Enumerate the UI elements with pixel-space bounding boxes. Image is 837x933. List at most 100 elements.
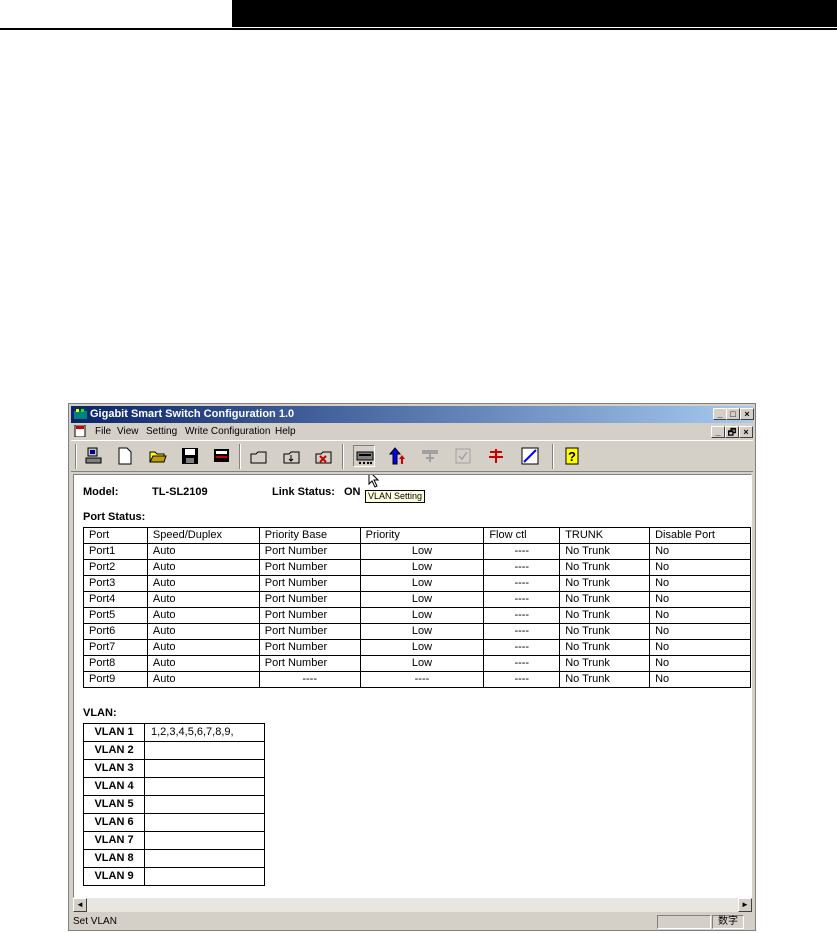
table-cell: Low <box>359 559 485 576</box>
port-disable-icon <box>455 448 471 464</box>
delete-button[interactable] <box>313 445 335 467</box>
vlan-name: VLAN 7 <box>83 831 145 850</box>
table-cell: Port2 <box>83 559 148 576</box>
vlan-members[interactable] <box>144 741 265 760</box>
vlan-row[interactable]: VLAN 9 <box>83 867 265 886</box>
vlan-row[interactable]: VLAN 6 <box>83 813 265 832</box>
table-cell: Auto <box>146 559 260 576</box>
mdi-close-button[interactable]: × <box>739 426 753 438</box>
app-icon <box>74 409 87 419</box>
header-black-bar <box>232 0 837 27</box>
table-cell: ---- <box>483 575 561 592</box>
status-text: Set VLAN <box>73 916 117 927</box>
upload-button[interactable] <box>248 445 270 467</box>
vlan-name: VLAN 1 <box>83 723 145 742</box>
vlan-setting-button[interactable] <box>353 445 375 467</box>
vlan-members[interactable] <box>144 795 265 814</box>
table-cell: Auto <box>146 655 260 672</box>
table-cell: No <box>649 575 751 592</box>
flow-control-button[interactable] <box>485 445 507 467</box>
menu-write-configuration[interactable]: Write Configuration <box>185 426 270 438</box>
table-cell: No Trunk <box>559 607 651 624</box>
app-window: Gigabit Smart Switch Configuration 1.0 _… <box>68 403 756 931</box>
table-cell: Auto <box>146 671 260 688</box>
horizontal-scrollbar[interactable]: ◄ ► <box>73 898 752 912</box>
connect-button[interactable] <box>83 445 105 467</box>
vlan-members[interactable] <box>144 831 265 850</box>
tooltip: VLAN Setting <box>365 490 426 503</box>
trunk-button[interactable] <box>419 445 441 467</box>
vlan-members[interactable]: 1,2,3,4,5,6,7,8,9, <box>144 723 265 742</box>
menu-setting[interactable]: Setting <box>146 426 177 438</box>
link-status-value: ON <box>344 486 361 498</box>
table-cell: Auto <box>146 607 260 624</box>
vlan-row[interactable]: VLAN 4 <box>83 777 265 796</box>
table-cell: Port Number <box>258 559 361 576</box>
download-button[interactable] <box>281 445 303 467</box>
table-cell: ---- <box>483 559 561 576</box>
table-cell: ---- <box>483 607 561 624</box>
table-cell: ---- <box>483 655 561 672</box>
save-as-icon <box>214 449 229 462</box>
vlan-row[interactable]: VLAN 8 <box>83 849 265 868</box>
vlan-members[interactable] <box>144 867 265 886</box>
scroll-right-button[interactable]: ► <box>738 898 752 912</box>
table-cell: ---- <box>483 639 561 656</box>
column-header: Priority <box>359 527 485 544</box>
table-cell: ---- <box>483 591 561 608</box>
port-disable-button[interactable] <box>452 445 474 467</box>
minimize-button[interactable]: _ <box>713 408 727 420</box>
header-rule <box>0 28 837 30</box>
menu-view[interactable]: View <box>117 426 139 438</box>
table-cell: No Trunk <box>559 575 651 592</box>
table-row: Port5 Auto Port Number Low ---- No Trunk No <box>83 607 751 624</box>
scroll-left-button[interactable]: ◄ <box>73 898 87 912</box>
title-bar[interactable]: Gigabit Smart Switch Configuration 1.0 _… <box>71 406 754 423</box>
cursor-icon <box>368 475 380 488</box>
table-cell: ---- <box>483 671 561 688</box>
mdi-minimize-button[interactable]: _ <box>711 426 725 438</box>
table-cell: Port Number <box>258 607 361 624</box>
vlan-members[interactable] <box>144 813 265 832</box>
vlan-members[interactable] <box>144 759 265 778</box>
priority-icon <box>389 447 405 465</box>
table-cell: Low <box>359 543 485 560</box>
vlan-row[interactable]: VLAN 3 <box>83 759 265 778</box>
table-cell: No Trunk <box>559 655 651 672</box>
open-button[interactable] <box>147 445 169 467</box>
save-as-button[interactable] <box>211 445 233 467</box>
document-icon[interactable] <box>74 425 86 437</box>
mdi-restore-button[interactable]: 🗗 <box>725 426 739 438</box>
table-cell: No <box>649 543 751 560</box>
table-cell: Auto <box>146 543 260 560</box>
vlan-row[interactable]: VLAN 5 <box>83 795 265 814</box>
table-header-row: Port Speed/Duplex Priority Base Priority Flo… <box>83 527 751 544</box>
vlan-row[interactable]: VLAN 1 1,2,3,4,5,6,7,8,9, <box>83 723 265 742</box>
table-cell: Port Number <box>258 639 361 656</box>
maximize-button[interactable]: □ <box>726 408 740 420</box>
close-button[interactable]: × <box>740 408 754 420</box>
vlan-members[interactable] <box>144 849 265 868</box>
vlan-table: VLAN 1 1,2,3,4,5,6,7,8,9, VLAN 2 VLAN 3 VLAN… <box>83 723 265 886</box>
menu-file[interactable]: File <box>95 426 111 438</box>
table-cell: Auto <box>146 623 260 640</box>
vlan-name: VLAN 5 <box>83 795 145 814</box>
status-panel-empty <box>657 915 711 929</box>
menu-help[interactable]: Help <box>275 426 296 438</box>
table-row: Port8 Auto Port Number Low ---- No Trunk No <box>83 655 751 672</box>
table-cell: Auto <box>146 639 260 656</box>
table-cell: No <box>649 639 751 656</box>
table-cell: Low <box>359 575 485 592</box>
save-button[interactable] <box>179 445 201 467</box>
new-button[interactable] <box>114 445 136 467</box>
vlan-row[interactable]: VLAN 2 <box>83 741 265 760</box>
edit-button[interactable] <box>519 445 541 467</box>
help-button[interactable]: ? <box>561 445 583 467</box>
model-value: TL-SL2109 <box>152 486 208 498</box>
vlan-members[interactable] <box>144 777 265 796</box>
table-row: Port6 Auto Port Number Low ---- No Trunk No <box>83 623 751 640</box>
vlan-row[interactable]: VLAN 7 <box>83 831 265 850</box>
save-icon <box>182 448 198 464</box>
vlan-name: VLAN 4 <box>83 777 145 796</box>
priority-button[interactable] <box>387 445 409 467</box>
